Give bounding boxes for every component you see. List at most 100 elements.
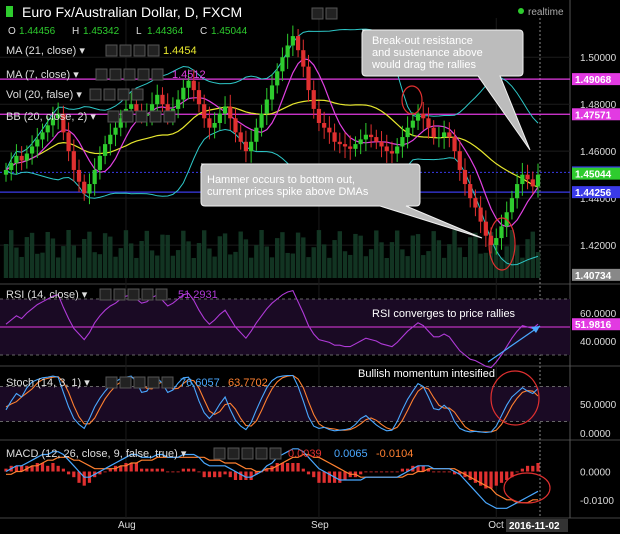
volume-bar bbox=[363, 256, 369, 278]
candle-body bbox=[311, 90, 316, 109]
volume-bar bbox=[207, 248, 212, 278]
macd-value-2: 0.0065 bbox=[334, 448, 368, 460]
volume-bar bbox=[45, 231, 50, 278]
volume-bar bbox=[212, 256, 217, 278]
price-tick-label: 1.46000 bbox=[580, 147, 617, 158]
x-tick-label: Aug bbox=[118, 520, 136, 531]
macd-hist-bar bbox=[400, 468, 404, 472]
ma21-value: 1.4454 bbox=[163, 45, 197, 57]
volume-bar bbox=[280, 232, 285, 278]
macd-hist-bar bbox=[306, 471, 311, 475]
candle-body bbox=[348, 146, 353, 149]
volume-bar bbox=[40, 252, 45, 278]
macd-hist-bar bbox=[432, 471, 436, 473]
volume-bar bbox=[327, 257, 332, 278]
macd-hist-bar bbox=[202, 471, 206, 478]
volume-bar bbox=[87, 231, 92, 278]
volume-bar bbox=[134, 257, 139, 278]
ma7-value: 1.4512 bbox=[172, 69, 206, 81]
candle-body bbox=[202, 104, 207, 119]
macd-hist-bar bbox=[249, 471, 253, 480]
volume-bar bbox=[191, 257, 196, 278]
volume-bar bbox=[102, 233, 108, 278]
candle-body bbox=[462, 169, 468, 185]
macd-hist-bar bbox=[494, 471, 498, 486]
macd-hist-bar bbox=[51, 463, 55, 472]
candle-body bbox=[483, 221, 488, 236]
candle-body bbox=[473, 198, 478, 208]
macd-legend-button bbox=[213, 447, 226, 460]
macd-legend: MACD (12, 26, close, 9, false, true) ▾ bbox=[6, 448, 187, 460]
candle-body bbox=[431, 127, 436, 138]
macd-hist-bar bbox=[442, 471, 446, 473]
candle-body bbox=[14, 155, 19, 163]
volume-bar bbox=[118, 248, 123, 278]
macd-hist-bar bbox=[520, 468, 524, 472]
macd-hist-bar bbox=[197, 471, 201, 473]
candle-body bbox=[160, 94, 165, 105]
candle-body bbox=[228, 106, 233, 119]
rsi-legend-button bbox=[155, 288, 168, 301]
macd-hist-bar bbox=[72, 471, 76, 478]
header-button bbox=[311, 7, 324, 20]
volume-bar bbox=[452, 230, 457, 278]
candle-body bbox=[290, 36, 295, 46]
bb-legend: BB (20, close, 2) ▾ bbox=[6, 111, 96, 123]
macd-hist-bar bbox=[66, 471, 71, 475]
price-tick-label: 1.50000 bbox=[580, 53, 617, 64]
candle-body bbox=[186, 80, 191, 88]
volume-bar bbox=[421, 255, 426, 278]
vol-legend-button bbox=[131, 88, 144, 101]
volume-bar bbox=[436, 240, 442, 278]
ma21-legend-button bbox=[133, 44, 146, 57]
volume-bar bbox=[368, 249, 374, 278]
candle-body bbox=[389, 151, 395, 154]
volume-bar bbox=[306, 257, 311, 278]
volume-bar bbox=[525, 239, 530, 278]
macd-hist-bar bbox=[134, 463, 138, 472]
candle-body bbox=[295, 36, 301, 51]
volume-bar bbox=[473, 232, 478, 278]
candle-body bbox=[92, 169, 97, 185]
ma21-legend-button bbox=[147, 44, 160, 57]
candle-body bbox=[24, 153, 29, 161]
volume-bar bbox=[389, 242, 395, 278]
macd-hist-bar bbox=[213, 471, 217, 478]
volume-bar bbox=[353, 233, 358, 278]
macd-hist-bar bbox=[499, 471, 504, 483]
symbol-flag bbox=[6, 6, 13, 17]
macd-hist-bar bbox=[338, 471, 342, 483]
volume-bar bbox=[301, 237, 306, 278]
volume-bar bbox=[144, 230, 150, 278]
volume-bar bbox=[186, 241, 191, 278]
chart-canvas: 1.500001.480001.460001.440001.420001.490… bbox=[0, 0, 620, 534]
macd-hist-bar bbox=[46, 465, 50, 472]
candle-body bbox=[301, 50, 306, 67]
macd-hist-bar bbox=[207, 471, 212, 478]
ohlc-value: 1.45342 bbox=[83, 26, 120, 37]
vol-legend-button bbox=[117, 88, 130, 101]
candle-body bbox=[395, 146, 400, 154]
macd-hist-bar bbox=[145, 468, 149, 472]
candle-body bbox=[342, 144, 348, 147]
price-tag-label: 1.47571 bbox=[575, 110, 612, 121]
macd-hist-bar bbox=[296, 463, 300, 472]
volume-bar bbox=[233, 251, 238, 278]
macd-hist-bar bbox=[155, 468, 159, 472]
macd-hist-bar bbox=[160, 468, 165, 472]
candle-body bbox=[275, 71, 280, 86]
x-tick-label: Oct bbox=[488, 520, 504, 531]
volume-bar bbox=[447, 244, 452, 278]
date-tag-label: 2016-11-02 bbox=[509, 521, 560, 532]
stoch-legend-button bbox=[133, 376, 146, 389]
volume-bar bbox=[3, 244, 9, 278]
volume-bar bbox=[35, 253, 40, 278]
volume-bar bbox=[374, 230, 379, 278]
price-tag-label: 1.49068 bbox=[575, 75, 612, 86]
candle-body bbox=[421, 113, 426, 119]
volume-bar bbox=[123, 230, 129, 278]
stoch-tick-label: 0.0000 bbox=[580, 429, 611, 440]
macd-value-1: 0.0039 bbox=[288, 448, 322, 460]
volume-bar bbox=[19, 256, 24, 278]
macd-hist-bar bbox=[531, 465, 535, 472]
